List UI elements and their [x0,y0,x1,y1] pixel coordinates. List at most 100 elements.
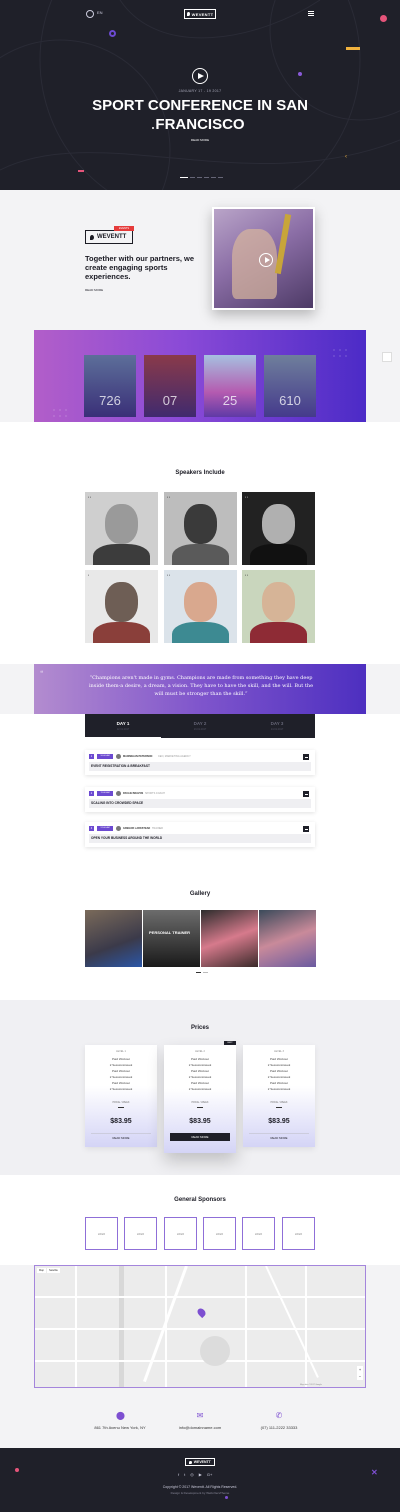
speaker-card[interactable]: ▪ ▪ [164,492,237,565]
google-plus-icon[interactable]: G+ [207,1472,212,1477]
hamburger-menu-icon[interactable] [308,11,314,16]
play-video-button[interactable] [192,68,208,84]
item-role: TRAINER [152,826,163,830]
price-card-featured: BEST LEVEL 2 Paid Workout 2 Sessions/wee… [164,1041,236,1153]
item-time: 11:00 AM [97,791,113,796]
sponsor-logo[interactable]: LOGO [242,1217,275,1250]
social-icons[interactable]: ▪ ▪ [245,573,248,577]
map-tab-map[interactable]: Map [37,1268,46,1273]
gallery-image[interactable] [201,910,258,967]
gallery-dot[interactable] [203,972,208,973]
play-icon[interactable] [259,253,273,267]
social-links: f t ◎ ▶ G+ [178,1472,212,1477]
close-x-icon: ✕ [371,1468,378,1477]
avatar [116,791,121,796]
item-speaker: PAULIE BRAVOS [123,791,144,795]
item-title: SCALING INTO CROWDED SPACE [91,801,144,805]
gallery-image[interactable] [85,910,142,967]
gallery-pagination[interactable] [196,972,208,973]
item-role: CEO, MARKETING AGENCY [158,754,191,758]
zoom-in-button[interactable]: + [357,1366,363,1373]
sponsor-logo[interactable]: LOGO [164,1217,197,1250]
item-number: 2 [89,791,94,796]
language-switch[interactable]: EN [97,10,103,15]
speaker-card[interactable]: ▪ ▪ [85,492,158,565]
map-tab-satellite[interactable]: Satellite [47,1268,60,1273]
item-speaker: MAXIMILIAN PETERSON [123,754,153,758]
collapse-toggle-icon[interactable] [303,826,309,832]
twitter-icon[interactable]: t [184,1472,185,1477]
zoom-out-button[interactable]: − [357,1373,363,1380]
sponsor-logo[interactable]: LOGO [124,1217,157,1250]
globe-icon[interactable] [86,10,94,18]
top-navbar: EN WEVENTT [0,0,400,28]
about-video-thumbnail[interactable] [212,207,315,310]
tab-day-2[interactable]: DAY 2 13.01.2017 [162,714,238,738]
speaker-card[interactable]: ▪ ▪ [164,570,237,643]
speakers-title: Speakers Include [175,470,225,476]
about-logo: WEVENTT [85,230,133,244]
plan-period: PRICE / WEEK [270,1101,288,1104]
slider-dot[interactable] [211,177,216,178]
social-icons[interactable]: ▪ ▪ [245,495,248,499]
plan-read-more-button[interactable]: READ MORE [91,1133,151,1141]
logo[interactable]: WEVENTT [184,9,216,19]
footer-logo-text: WEVENTT [193,1460,211,1464]
tab-date: 12.01.2017 [116,728,130,731]
plan-period: PRICE / WEEK [191,1101,209,1104]
plan-name: LEVEL 1 [116,1050,126,1053]
slider-pagination[interactable] [180,177,223,178]
speaker-card[interactable]: ▪ ▪ [242,492,315,565]
gallery-dot[interactable] [196,972,201,973]
tab-day-3[interactable]: DAY 3 14.01.2017 [239,714,315,738]
slider-dot[interactable] [218,177,223,178]
phone-icon: ✆ [275,1411,283,1420]
social-icons[interactable]: ▪ ▪ [167,495,170,499]
plan-price: $83.95 [189,1118,211,1125]
social-icons[interactable]: ▪ ▪ [88,495,91,499]
map-zoom-control[interactable]: + − [357,1366,363,1380]
hero-read-more-link[interactable]: READ MORE [0,138,400,142]
social-icons[interactable]: ▪ [88,573,89,577]
event-date: JANUARY 17 - 19 2017 [178,89,222,93]
plan-read-more-button[interactable]: READ MORE [170,1133,230,1141]
collapse-toggle-icon[interactable] [303,754,309,760]
plan-feature: Paid Workout [270,1057,288,1061]
gallery-image[interactable]: PERSONAL TRAINER [143,910,200,967]
map-pin-icon[interactable] [195,1306,208,1319]
plan-read-more-button[interactable]: READ MORE [249,1133,309,1141]
facebook-icon[interactable]: f [178,1472,179,1477]
speaker-card[interactable]: ▪ ▪ [242,570,315,643]
schedule-item[interactable]: 1 10:00 AM MAXIMILIAN PETERSON CEO, MARK… [85,750,315,775]
map-pin-icon [186,12,190,16]
sponsor-logo[interactable]: LOGO [85,1217,118,1250]
quote-icon: ❝ [40,671,44,677]
schedule-item[interactable]: 2 11:00 AM PAULIE BRAVOS SPORTS COACH SC… [85,787,315,812]
slider-dot[interactable] [190,177,195,178]
footer: WEVENTT f t ◎ ▶ G+ Copyright © 2017 Weve… [0,1448,400,1512]
gallery-image[interactable] [259,910,316,967]
stat-speakers: 726 SPEAKERS [84,355,136,429]
slider-dot[interactable] [197,177,202,178]
plan-feature: Paid Workout [112,1057,130,1061]
instagram-icon[interactable]: ◎ [190,1472,194,1477]
footer-logo[interactable]: WEVENTT [185,1458,215,1466]
sponsors-section: General Sponsors LOGO LOGO LOGO LOGO LOG… [0,1175,400,1265]
slider-dot[interactable] [204,177,209,178]
sponsor-logo[interactable]: LOGO [282,1217,315,1250]
social-icons[interactable]: ▪ ▪ [167,573,170,577]
tab-day-1[interactable]: DAY 1 12.01.2017 [85,714,161,738]
map-embed[interactable]: Map Satellite + − Map data ©2017 Google [34,1265,366,1388]
about-read-more-link[interactable]: READ MORE [85,288,103,292]
slider-dot[interactable] [180,177,188,178]
youtube-icon[interactable]: ▶ [199,1472,202,1477]
shirt-text: PERSONAL TRAINER [149,930,191,935]
plan-feature: 2 Sessions/week [188,1087,212,1091]
hero-title: SPORT CONFERENCE IN SAN FRANCISCO [92,97,308,133]
collapse-toggle-icon[interactable] [303,791,309,797]
sponsor-logo[interactable]: LOGO [203,1217,236,1250]
speaker-card[interactable]: ▪ [85,570,158,643]
schedule-item[interactable]: 3 12:00 AM GREGOR LARKSTEAD TRAINER OPEN… [85,822,315,847]
item-number: 3 [89,826,94,831]
scroll-to-top-button[interactable] [382,352,392,362]
